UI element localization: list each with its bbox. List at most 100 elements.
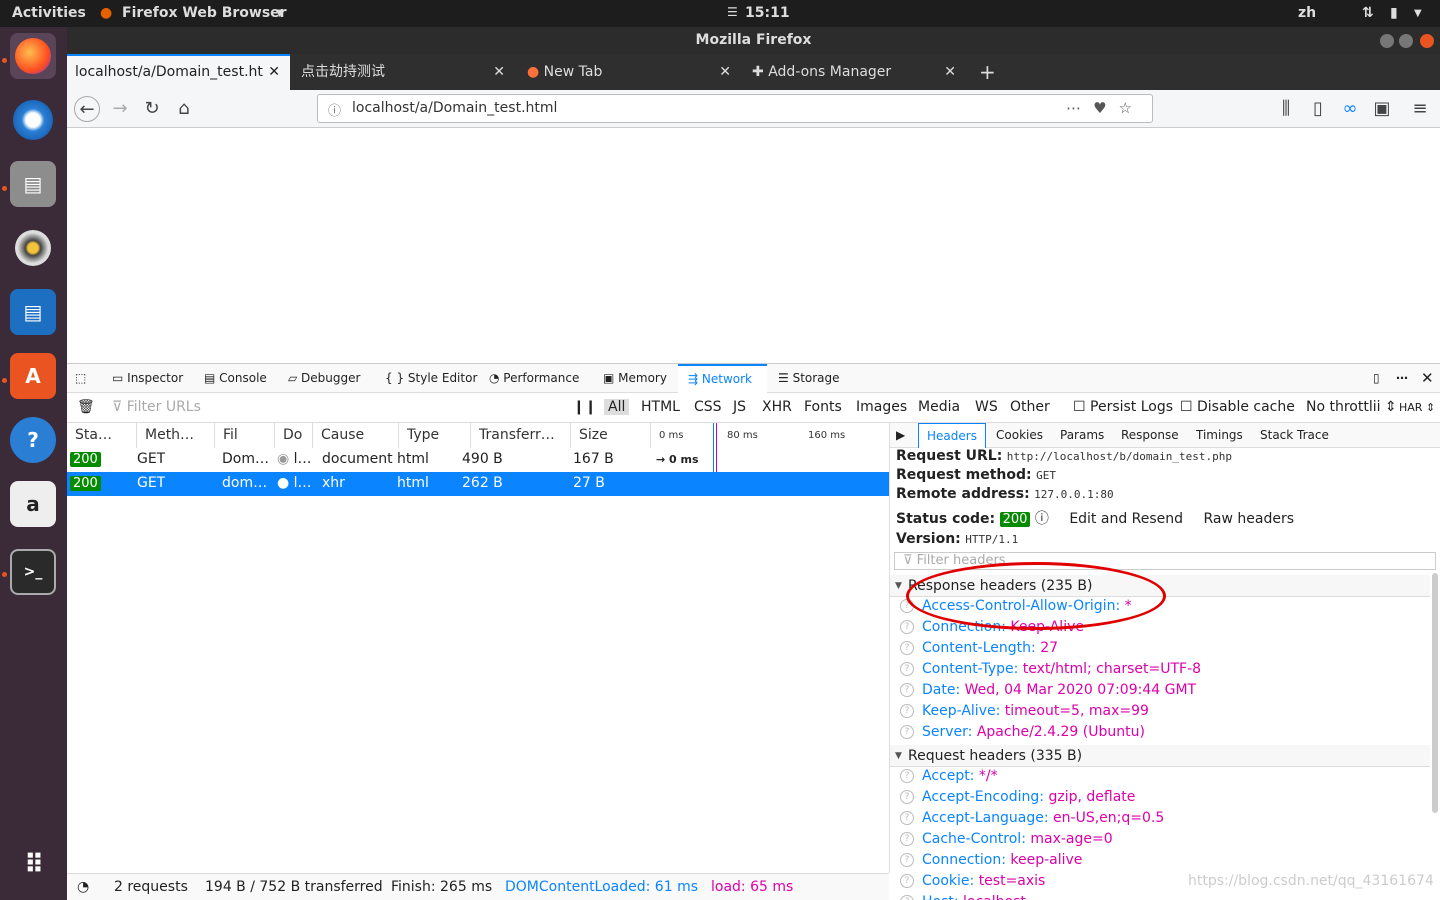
close-tab-icon[interactable]: ✕ bbox=[268, 56, 280, 88]
sidebar-icon[interactable]: ▯ bbox=[1305, 96, 1331, 122]
tab-network[interactable]: ⇶ Network bbox=[678, 364, 767, 393]
tab-domain-test[interactable]: localhost/a/Domain_test.ht ✕ bbox=[67, 54, 290, 90]
tab-params[interactable]: Params bbox=[1060, 423, 1104, 448]
devtools-options-icon[interactable]: ⋯ bbox=[1396, 364, 1408, 393]
show-apps-grid-icon[interactable]: ⠿ bbox=[10, 842, 56, 888]
clock[interactable]: 15:11 bbox=[745, 5, 790, 21]
performance-analysis-icon[interactable]: ◔ bbox=[77, 879, 89, 895]
header-row[interactable]: ? Cache-Control: max-age=0 bbox=[900, 831, 1113, 847]
column-file[interactable]: Fil bbox=[215, 423, 275, 448]
table-row[interactable]: 200 GET Dom… ◉ l… document html 490 B 16… bbox=[67, 448, 889, 472]
thunderbird-launcher-icon[interactable] bbox=[10, 97, 56, 143]
reload-icon[interactable]: ↻ bbox=[139, 96, 165, 122]
page-actions-icons[interactable]: ⋯♥☆ bbox=[1066, 99, 1144, 117]
extension-icon[interactable]: ∞ bbox=[1337, 96, 1363, 122]
library-icon[interactable]: ⫼ bbox=[1273, 96, 1299, 122]
details-scrollbar[interactable] bbox=[1432, 573, 1438, 813]
header-help-icon[interactable]: ? bbox=[900, 853, 914, 867]
header-row[interactable]: ? Content-Length: 27 bbox=[900, 640, 1058, 656]
firefox-launcher-icon[interactable] bbox=[10, 33, 56, 79]
toggle-sidebar-icon[interactable]: ▶ bbox=[896, 423, 905, 448]
edit-resend-button[interactable]: Edit and Resend bbox=[1069, 511, 1183, 527]
filter-html[interactable]: HTML bbox=[641, 399, 680, 415]
header-row[interactable]: ? Server: Apache/2.4.29 (Ubuntu) bbox=[900, 724, 1145, 740]
header-row[interactable]: ? Content-Type: text/html; charset=UTF-8 bbox=[900, 661, 1201, 677]
tab-console[interactable]: ▤ Console bbox=[204, 364, 267, 393]
header-help-icon[interactable]: ? bbox=[900, 874, 914, 888]
column-transferred[interactable]: Transferr… bbox=[471, 423, 571, 448]
table-row[interactable]: 200 GET dom… ● l… xhr html 262 B 27 B bbox=[67, 472, 889, 496]
screenshot-icon[interactable]: ▣ bbox=[1369, 96, 1395, 122]
header-row[interactable]: ? Cookie: test=axis bbox=[900, 873, 1045, 889]
header-help-icon[interactable]: ? bbox=[900, 704, 914, 718]
tab-memory[interactable]: ▣ Memory bbox=[603, 364, 667, 393]
column-domain[interactable]: Do bbox=[275, 423, 313, 448]
tab-addons-manager[interactable]: ✚ Add-ons Manager ✕ bbox=[744, 54, 966, 90]
tab-performance[interactable]: ◔ Performance bbox=[489, 364, 579, 393]
url-bar[interactable]: ⓘ localhost/a/Domain_test.html ⋯♥☆ bbox=[317, 94, 1153, 123]
new-tab-button[interactable]: + bbox=[971, 54, 1001, 90]
column-cause[interactable]: Cause bbox=[313, 423, 399, 448]
language-indicator[interactable]: zh bbox=[1298, 5, 1316, 21]
throttling-select[interactable]: No throttlii ⇕ bbox=[1306, 399, 1397, 415]
filter-urls-input[interactable]: ⊽ Filter URLs bbox=[112, 399, 201, 415]
header-help-icon[interactable]: ? bbox=[900, 832, 914, 846]
header-help-icon[interactable]: ? bbox=[900, 662, 914, 676]
pick-element-icon[interactable]: ⬚ bbox=[75, 364, 86, 393]
close-tab-icon[interactable]: ✕ bbox=[719, 54, 731, 90]
system-menu-chevron-icon[interactable]: ▼ bbox=[1414, 8, 1422, 19]
clear-trash-icon[interactable]: 🗑 bbox=[77, 399, 95, 415]
dock-side-icon[interactable]: ▯ bbox=[1373, 364, 1380, 393]
header-row[interactable]: ? Accept-Language: en-US,en;q=0.5 bbox=[900, 810, 1164, 826]
filter-all[interactable]: All bbox=[604, 399, 630, 415]
column-waterfall[interactable]: 0 ms 80 ms 160 ms bbox=[651, 423, 889, 448]
tab-headers[interactable]: Headers bbox=[918, 423, 986, 448]
network-icon[interactable]: ⇅ bbox=[1362, 5, 1374, 21]
column-size[interactable]: Size bbox=[571, 423, 651, 448]
filter-fonts[interactable]: Fonts bbox=[804, 399, 842, 415]
tab-cookies[interactable]: Cookies bbox=[996, 423, 1043, 448]
filter-images[interactable]: Images bbox=[856, 399, 907, 415]
header-help-icon[interactable]: ? bbox=[900, 790, 914, 804]
forward-icon[interactable]: → bbox=[107, 96, 133, 122]
header-help-icon[interactable]: ? bbox=[900, 769, 914, 783]
activities-button[interactable]: Activities bbox=[12, 5, 86, 21]
header-help-icon[interactable]: ? bbox=[900, 811, 914, 825]
menu-icon[interactable]: ≡ bbox=[1407, 96, 1433, 122]
header-help-icon[interactable]: ? bbox=[900, 895, 914, 900]
close-devtools-icon[interactable]: ✕ bbox=[1421, 364, 1434, 393]
request-headers-section[interactable]: ▼ Request headers (335 B) bbox=[890, 745, 1430, 767]
har-menu[interactable]: HAR ⇕ bbox=[1399, 401, 1435, 414]
header-row[interactable]: ? Keep-Alive: timeout=5, max=99 bbox=[900, 703, 1149, 719]
tab-timings[interactable]: Timings bbox=[1196, 423, 1243, 448]
close-window-icon[interactable] bbox=[1420, 34, 1434, 48]
disable-cache-checkbox[interactable]: ☐ Disable cache bbox=[1180, 399, 1295, 415]
tab-clickjacking-test[interactable]: 点击劫持测试 ✕ bbox=[293, 54, 515, 90]
column-type[interactable]: Type bbox=[399, 423, 471, 448]
persist-logs-checkbox[interactable]: ☐ Persist Logs bbox=[1073, 399, 1173, 415]
filter-other[interactable]: Other bbox=[1010, 399, 1050, 415]
header-help-icon[interactable]: ? bbox=[900, 683, 914, 697]
battery-icon[interactable]: ▮ bbox=[1390, 5, 1398, 21]
header-row[interactable]: ? Host: localhost bbox=[900, 894, 1026, 900]
header-row[interactable]: ? Date: Wed, 04 Mar 2020 07:09:44 GMT bbox=[900, 682, 1196, 698]
home-icon[interactable]: ⌂ bbox=[171, 96, 197, 122]
close-tab-icon[interactable]: ✕ bbox=[493, 54, 505, 90]
filter-ws[interactable]: WS bbox=[975, 399, 998, 415]
header-row[interactable]: ? Accept-Encoding: gzip, deflate bbox=[900, 789, 1135, 805]
software-launcher-icon[interactable]: A bbox=[10, 353, 56, 399]
filter-js[interactable]: JS bbox=[733, 399, 746, 415]
help-icon[interactable]: ⓘ bbox=[1035, 511, 1049, 527]
tab-inspector[interactable]: ▭ Inspector bbox=[112, 364, 183, 393]
header-help-icon[interactable]: ? bbox=[900, 641, 914, 655]
help-launcher-icon[interactable]: ? bbox=[10, 417, 56, 463]
app-menu[interactable]: Firefox Web Browser bbox=[122, 5, 287, 21]
rhythmbox-launcher-icon[interactable] bbox=[10, 225, 56, 271]
tab-style-editor[interactable]: { } Style Editor bbox=[385, 364, 477, 393]
tab-storage[interactable]: ☰ Storage bbox=[778, 364, 840, 393]
writer-launcher-icon[interactable]: ▤ bbox=[10, 289, 56, 335]
column-status[interactable]: Sta… bbox=[67, 423, 137, 448]
terminal-launcher-icon[interactable]: >_ bbox=[10, 549, 56, 595]
header-help-icon[interactable]: ? bbox=[900, 620, 914, 634]
back-icon[interactable]: ← bbox=[74, 96, 100, 122]
